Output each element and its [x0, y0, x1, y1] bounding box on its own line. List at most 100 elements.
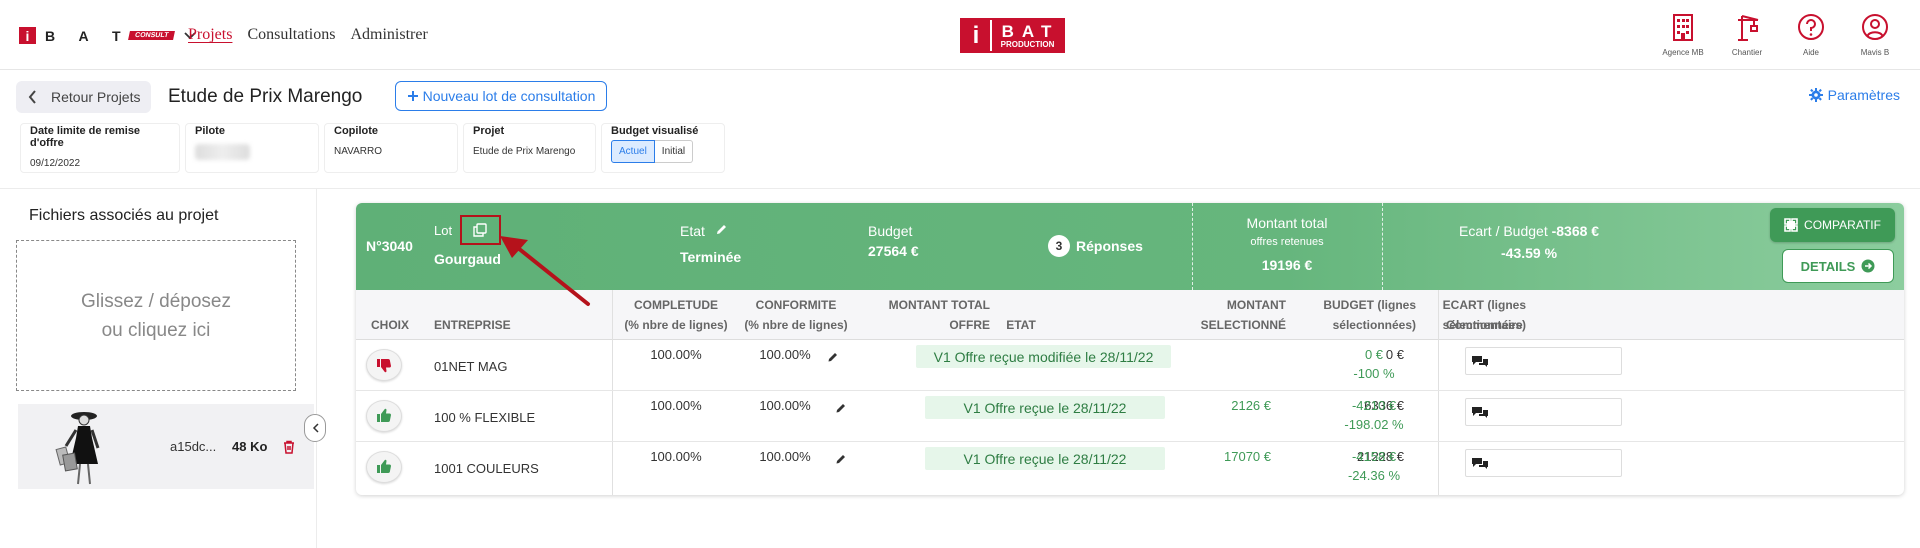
- production-logo: i BAT PRODUCTION: [960, 18, 1065, 53]
- user-label: Mavis B: [1860, 48, 1890, 57]
- production-logo-word: BAT: [1001, 21, 1060, 41]
- row-montant-selectionne: 2126 €: [1231, 398, 1271, 413]
- budget-view-field: Budget visualisé Actuel Initial: [601, 123, 725, 173]
- ecart-pct: -43.59 %: [1501, 245, 1558, 261]
- thumb-up-icon: [377, 459, 391, 473]
- copilote-field: Copilote NAVARRO: [324, 123, 458, 173]
- back-button[interactable]: Retour Projets: [16, 81, 151, 113]
- chevron-left-icon: [28, 90, 36, 104]
- panel-divider: [316, 188, 317, 548]
- top-navbar: i B A T CONSULT Projets Consultations Ad…: [0, 0, 1920, 70]
- params-link[interactable]: Paramètres: [1808, 87, 1900, 103]
- divider: [0, 188, 1920, 189]
- nav-administrer[interactable]: Administrer: [350, 26, 427, 44]
- date-field: Date limite de remise d'offre 09/12/2022: [20, 123, 180, 173]
- details-button[interactable]: DETAILS: [1782, 249, 1894, 283]
- project-fields: Date limite de remise d'offre 09/12/2022…: [20, 123, 725, 173]
- arrow-right-circle-icon: [1861, 259, 1875, 273]
- brand-logo-badge: CONSULT: [127, 31, 175, 40]
- lot-number: N°3040: [366, 238, 413, 254]
- thumb-down-icon: [377, 359, 391, 373]
- th-etat: ETAT: [1006, 318, 1036, 332]
- total-label: Montant total: [1246, 215, 1328, 231]
- collapse-panel-button[interactable]: [304, 414, 326, 442]
- projet-field: Projet Etude de Prix Marengo: [463, 123, 596, 173]
- nav-projets[interactable]: Projets: [188, 26, 232, 44]
- date-value: 09/12/2022: [30, 158, 81, 169]
- new-lot-button[interactable]: Nouveau lot de consultation: [395, 81, 607, 111]
- agence-button[interactable]: Agence MB: [1658, 12, 1708, 57]
- comment-input[interactable]: [1465, 347, 1622, 375]
- comment-input[interactable]: [1465, 398, 1622, 426]
- budget-view-toggle: Actuel Initial: [611, 140, 715, 163]
- pilote-field: Pilote: [185, 123, 319, 173]
- choice-toggle[interactable]: [366, 400, 402, 432]
- brand-logo[interactable]: i B A T CONSULT: [19, 27, 196, 44]
- th-entreprise: ENTREPRISE: [434, 318, 511, 332]
- responses-label: Réponses: [1076, 238, 1143, 254]
- dropzone-line-1: Glissez / déposez: [81, 290, 231, 312]
- responses[interactable]: 3 Réponses: [1048, 235, 1143, 257]
- budget-initial-option[interactable]: Initial: [654, 140, 694, 163]
- top-icons: Agence MB Chantier Aide Mavis B: [1658, 12, 1900, 57]
- budget-label: Budget: [868, 223, 913, 239]
- row-completude: 100.00%: [650, 398, 702, 413]
- row-ecart: -4210 €: [1351, 398, 1397, 413]
- comparatif-button[interactable]: COMPARATIF: [1770, 208, 1895, 242]
- dropzone-line-2: ou cliquez ici: [101, 319, 211, 341]
- row-entreprise: 01NET MAG: [434, 359, 508, 374]
- brand-logo-letter: i: [19, 27, 36, 44]
- etat-value: Terminée: [680, 249, 742, 265]
- row-ecart: 0 €: [1364, 347, 1384, 362]
- file-item[interactable]: a15dc... 48 Ko: [18, 404, 314, 489]
- budget-actuel-option[interactable]: Actuel: [611, 140, 655, 163]
- row-ecart-pct: -24.36 %: [1347, 468, 1401, 483]
- copilote-label: Copilote: [334, 125, 378, 137]
- file-size: 48 Ko: [232, 439, 268, 454]
- row-ecart-pct: -198.02 %: [1344, 417, 1404, 432]
- table-row: 1001 COULEURS 100.00% 100.00% 20968 € V1…: [356, 442, 1904, 493]
- pencil-icon[interactable]: [715, 223, 728, 236]
- comments-icon: [1472, 407, 1488, 418]
- copilote-value: NAVARRO: [334, 146, 382, 157]
- copy-icon[interactable]: [473, 223, 487, 237]
- th-montant-selectionne: MONTANT SELECTIONNÉ: [1200, 298, 1286, 332]
- etat-label: Etat: [680, 223, 705, 239]
- projet-label: Projet: [473, 125, 505, 137]
- chantier-button[interactable]: Chantier: [1722, 12, 1772, 57]
- agence-label: Agence MB: [1662, 48, 1704, 57]
- total-sub: offres retenues: [1250, 236, 1324, 248]
- trash-icon[interactable]: [283, 440, 295, 454]
- back-button-label: Retour Projets: [51, 89, 141, 105]
- total-value: 19196 €: [1261, 257, 1313, 273]
- comments-icon: [1472, 356, 1488, 367]
- row-entreprise: 1001 COULEURS: [434, 461, 539, 476]
- budget-view-label: Budget visualisé: [611, 125, 699, 137]
- choice-toggle[interactable]: [366, 349, 402, 381]
- comment-input[interactable]: [1465, 449, 1622, 477]
- plus-icon: [407, 91, 418, 101]
- th-completude: COMPLETUDE (% nbre de lignes): [624, 298, 728, 332]
- params-label: Paramètres: [1827, 87, 1900, 103]
- pilote-value-redacted: [195, 144, 250, 160]
- brand-logo-word: B A T: [45, 27, 131, 44]
- help-icon: [1798, 14, 1824, 40]
- table-header: CHOIX ENTREPRISE COMPLETUDE (% nbre de l…: [356, 290, 1904, 340]
- user-button[interactable]: Mavis B: [1850, 12, 1900, 57]
- ecart-label: Ecart / Budget: [1459, 223, 1548, 239]
- gear-icon: [1808, 88, 1823, 102]
- details-label: DETAILS: [1800, 258, 1856, 274]
- production-logo-sub: PRODUCTION: [1000, 39, 1055, 49]
- projet-value: Etude de Prix Marengo: [473, 146, 576, 157]
- chantier-label: Chantier: [1731, 48, 1763, 57]
- comments-icon: [1472, 458, 1488, 469]
- nav-consultations[interactable]: Consultations: [247, 26, 335, 44]
- th-choix: CHOIX: [371, 318, 410, 332]
- aide-button[interactable]: Aide: [1786, 12, 1836, 57]
- choice-toggle[interactable]: [366, 451, 402, 483]
- crane-icon: [1738, 15, 1759, 41]
- row-etat: V1 Offre reçue le 28/11/22: [925, 447, 1165, 470]
- lot-name: Gourgaud: [434, 251, 501, 267]
- file-dropzone[interactable]: Glissez / déposez ou cliquez ici: [16, 240, 296, 391]
- th-commentaire: Commentaire: [1446, 318, 1523, 332]
